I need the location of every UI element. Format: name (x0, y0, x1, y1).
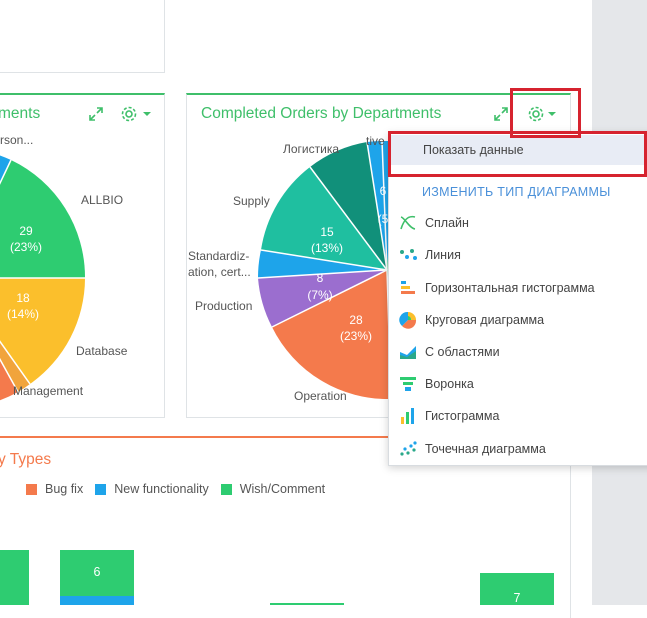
completed-orders-title: Completed Orders by Departments (201, 105, 442, 122)
left-label-management: Management (13, 384, 84, 398)
bar-value-6: 6 (93, 565, 101, 579)
area-icon (400, 346, 416, 359)
menu-item-label: Линия (425, 248, 461, 262)
top-widget-panel (0, 0, 165, 73)
left-slice-value-29: 29 (19, 224, 33, 238)
legend-label: New functionality (114, 482, 209, 496)
legend-swatch (95, 483, 107, 495)
bar-icon (401, 408, 414, 424)
legend-swatch (26, 483, 37, 495)
mid-label-supply: Supply (233, 194, 270, 208)
menu-item-show-data[interactable]: Показать данные (389, 135, 647, 165)
legend-item-new-functionality[interactable]: New functionality (95, 482, 209, 496)
bar-new-functionality-2[interactable] (60, 596, 134, 605)
mid-slice-pct-28: (23%) (340, 329, 372, 343)
legend-item-wish-comment[interactable]: Wish/Comment (220, 482, 326, 496)
mid-label-standardization-2: ation, cert... (188, 265, 251, 279)
menu-item-label: Точечная диаграмма (425, 442, 546, 456)
change-chart-type-header: ИЗМЕНИТЬ ТИП ДИАГРАММЫ (422, 185, 611, 199)
mid-slice-pct-6: (5 (378, 212, 389, 226)
menu-item-label: Показать данные (423, 143, 524, 157)
mid-label-standardization-1: Standardiz- (188, 249, 249, 263)
mid-label-tive: tive (366, 134, 385, 148)
completed-orders-pie-chart: 15 (13%) 8 (7%) 28 (23%) 6 (5 Логистика … (188, 134, 390, 403)
left-slice-pct-29: (23%) (10, 240, 42, 254)
mid-label-production: Production (195, 299, 252, 313)
left-pie-slice-green (0, 160, 86, 278)
bar-value-7: 7 (513, 591, 521, 605)
mid-slice-pct-15: (13%) (311, 241, 343, 255)
bottom-chart-legend: Bug fix New functionality Wish/Comment (26, 482, 337, 496)
mid-label-logistics: Логистика (283, 142, 339, 156)
scatter-icon (400, 441, 417, 456)
legend-label: Wish/Comment (239, 482, 326, 496)
mid-slice-pct-8: (7%) (307, 288, 332, 302)
menu-item-label: Горизонтальная гистограмма (425, 281, 595, 295)
expand-icon[interactable] (494, 107, 508, 121)
pie-icon (399, 311, 417, 329)
mid-label-operation: Operation (294, 389, 347, 403)
spline-icon (400, 215, 416, 230)
legend-item-bug-fix[interactable]: Bug fix (26, 482, 83, 496)
menu-item-bar[interactable]: Гистограмма (389, 400, 647, 432)
menu-item-area[interactable]: С областями (389, 336, 647, 368)
legend-label: Bug fix (45, 482, 84, 496)
left-label-database: Database (76, 344, 128, 358)
left-slice-value-18: 18 (16, 291, 30, 305)
horizontal-bar-icon (401, 281, 415, 294)
menu-item-label: Воронка (425, 377, 474, 391)
bottom-panel-title: y Types (0, 451, 52, 468)
mid-slice-value-6: 6 (380, 184, 387, 198)
settings-gear-icon[interactable] (527, 105, 559, 123)
menu-item-scatter[interactable]: Точечная диаграмма (389, 433, 647, 465)
line-icon (400, 249, 417, 260)
menu-item-label: Гистограмма (425, 409, 500, 423)
menu-item-funnel[interactable]: Воронка (389, 368, 647, 400)
bar-wish-comment-1[interactable] (0, 550, 29, 605)
menu-item-label: Круговая диаграмма (425, 313, 545, 327)
left-pie-chart: 29 (23%) 18 (14%) rson... ALLBIO Databas… (0, 133, 128, 401)
menu-item-label: Сплайн (425, 216, 469, 230)
left-slice-pct-18: (14%) (7, 307, 39, 321)
legend-swatch (220, 483, 232, 495)
menu-item-horizontal-bar[interactable]: Горизонтальная гистограмма (389, 272, 647, 304)
menu-item-spline[interactable]: Сплайн (389, 207, 647, 239)
mid-slice-value-8: 8 (317, 271, 324, 285)
menu-item-label: С областями (425, 345, 500, 359)
menu-item-pie[interactable]: Круговая диаграмма (389, 304, 647, 336)
chart-settings-menu: Показать данные ИЗМЕНИТЬ ТИП ДИАГРАММЫ С… (388, 132, 647, 466)
funnel-icon (400, 377, 416, 391)
mid-slice-value-15: 15 (320, 225, 334, 239)
menu-item-line[interactable]: Линия (389, 239, 647, 271)
mid-slice-value-28: 28 (349, 313, 363, 327)
left-label-person: rson... (0, 133, 33, 147)
left-label-allbio: ALLBIO (81, 193, 123, 207)
